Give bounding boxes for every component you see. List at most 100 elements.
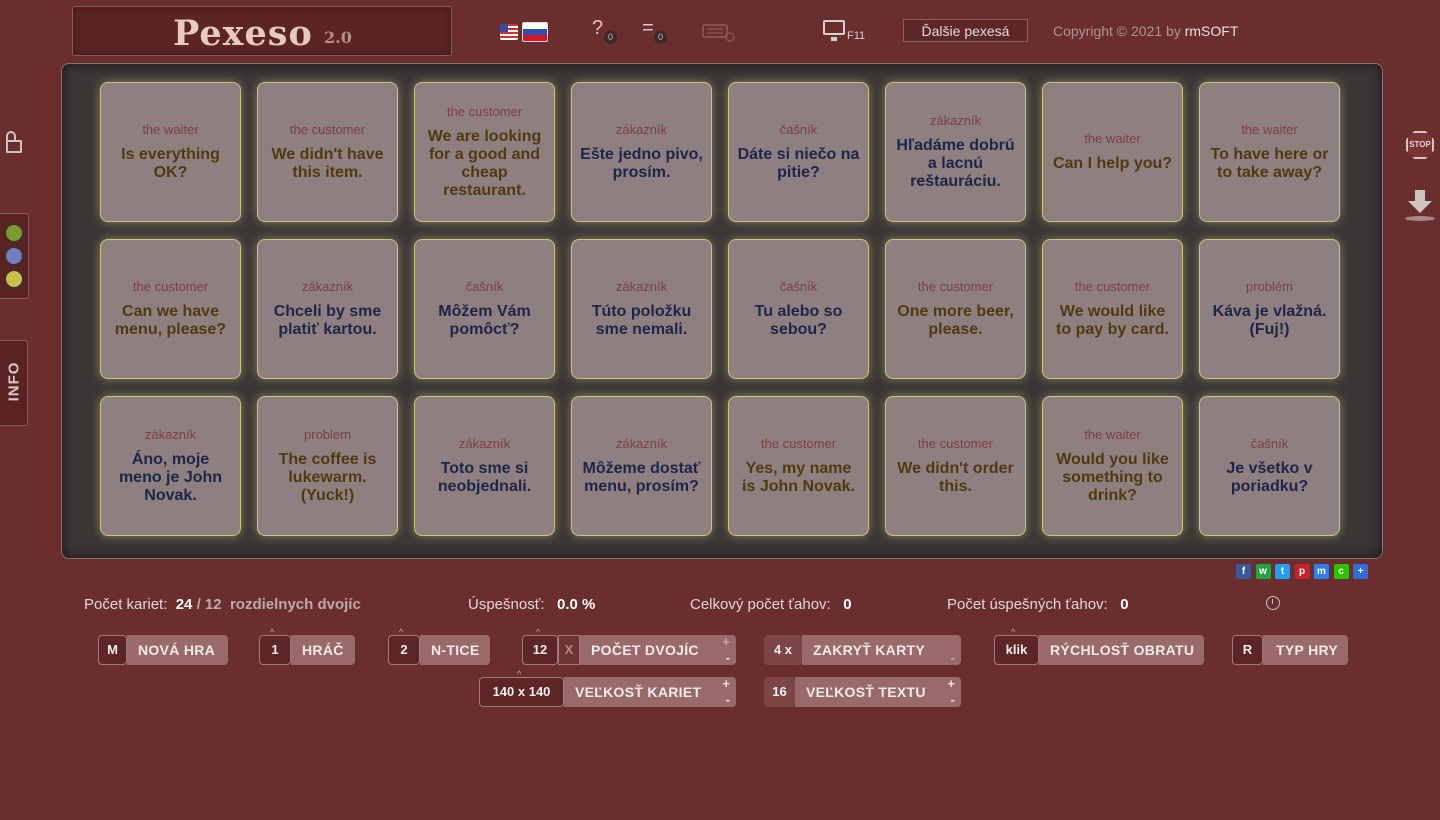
speed-key[interactable]: klik xyxy=(994,635,1039,665)
card-phrase: The coffee is lukewarm. (Yuck!) xyxy=(278,451,377,504)
app-version: 2.0 xyxy=(324,28,352,47)
moves-label: Celkový počet ťahov: xyxy=(690,596,831,613)
copyright-brand[interactable]: rmSOFT xyxy=(1185,23,1239,39)
whatsapp-icon[interactable]: w xyxy=(1255,564,1271,579)
card-category: the customer xyxy=(760,436,837,451)
pairs-control[interactable]: ^ 12 X POČET DVOJÍC + - xyxy=(522,627,736,665)
ntice-button[interactable]: N-TICE xyxy=(420,635,490,665)
memory-card[interactable]: zákazník Toto sme si neobjednali. xyxy=(414,396,555,536)
memory-card[interactable]: the customer Yes, my name is John Novak. xyxy=(728,396,869,536)
theme-yellow-dot[interactable] xyxy=(5,270,23,288)
info-tab[interactable]: INFO xyxy=(0,340,28,426)
memory-card[interactable]: the waiter To have here or to take away? xyxy=(1199,82,1340,222)
pairs-button[interactable]: POČET DVOJÍC xyxy=(580,635,736,665)
card-phrase: We are looking for a good and cheap rest… xyxy=(427,128,542,199)
memory-card[interactable]: problém Káva je vlažná. (Fuj!) xyxy=(1199,239,1340,379)
good-moves-stat: Počet úspešných ťahov: 0 xyxy=(947,596,1129,613)
player-key[interactable]: 1 xyxy=(259,635,291,665)
pairs-plus-button[interactable]: + xyxy=(722,635,730,648)
card-size-minus-button[interactable]: - xyxy=(726,693,730,706)
memory-card[interactable]: zákazník Môžeme dostať menu, prosím? xyxy=(571,396,712,536)
card-category: problém xyxy=(1246,279,1293,294)
hide-cards-minus-button[interactable]: - xyxy=(951,651,955,664)
memory-card[interactable]: the customer We are looking for a good an… xyxy=(414,82,555,222)
memory-card[interactable]: problem The coffee is lukewarm. (Yuck!) xyxy=(257,396,398,536)
pinterest-icon[interactable]: p xyxy=(1294,564,1310,579)
wechat-icon[interactable]: c xyxy=(1333,564,1349,579)
theme-blue-dot[interactable] xyxy=(5,247,23,265)
theme-green-dot[interactable] xyxy=(5,224,23,242)
card-category: problem xyxy=(304,427,351,442)
memory-card[interactable]: the customer We didn't order this. xyxy=(885,396,1026,536)
slovak-flag-icon[interactable] xyxy=(522,22,548,42)
keyboard-icon[interactable] xyxy=(702,19,736,43)
game-type-key[interactable]: R xyxy=(1232,635,1263,665)
memory-card[interactable]: čašník Dáte si niečo na pitie? xyxy=(728,82,869,222)
speed-button[interactable]: RÝCHLOSŤ OBRATU xyxy=(1039,635,1204,665)
text-size-minus-button[interactable]: - xyxy=(951,693,955,706)
ntice-control[interactable]: ^ 2 N-TICE xyxy=(388,627,490,665)
memory-card[interactable]: the customer We didn't have this item. xyxy=(257,82,398,222)
download-icon[interactable] xyxy=(1405,190,1435,222)
card-phrase: One more beer, please. xyxy=(897,303,1014,338)
list-icon[interactable]: = xyxy=(642,17,654,40)
game-type-button[interactable]: TYP HRY xyxy=(1263,635,1348,665)
fullscreen-monitor-icon[interactable] xyxy=(823,20,845,41)
card-phrase: We didn't have this item. xyxy=(271,146,384,181)
memory-card[interactable]: čašník Môžem Vám pomôcť? xyxy=(414,239,555,379)
card-category: the customer xyxy=(446,104,523,119)
memory-card[interactable]: the customer One more beer, please. xyxy=(885,239,1026,379)
game-type-control[interactable]: R TYP HRY xyxy=(1232,635,1348,665)
card-phrase: We would like to pay by card. xyxy=(1056,303,1169,338)
new-game-key[interactable]: M xyxy=(98,635,127,665)
pairs-minus-button[interactable]: - xyxy=(726,651,730,664)
messenger-icon[interactable]: m xyxy=(1314,564,1329,579)
card-category: zákazník xyxy=(615,279,668,294)
memory-card[interactable]: the waiter Can I help you? xyxy=(1042,82,1183,222)
card-phrase: To have here or to take away? xyxy=(1210,146,1329,181)
text-size-button[interactable]: VEĽKOSŤ TEXTU xyxy=(795,677,961,707)
new-game-button[interactable]: NOVÁ HRA xyxy=(127,635,228,665)
hide-cards-button[interactable]: ZAKRYŤ KARTY xyxy=(802,635,961,665)
twitter-icon[interactable]: t xyxy=(1275,564,1290,579)
card-phrase: Can I help you? xyxy=(1052,155,1173,172)
memory-card[interactable]: zákazník Ešte jedno pivo, prosím. xyxy=(571,82,712,222)
facebook-icon[interactable]: f xyxy=(1236,564,1251,579)
pairs-clear-button[interactable]: X xyxy=(558,635,580,665)
memory-card[interactable]: zákazník Hľadáme dobrú a lacnú reštauráci… xyxy=(885,82,1026,222)
ntice-key[interactable]: 2 xyxy=(388,635,420,665)
pairs-key[interactable]: 12 xyxy=(522,635,558,665)
hide-cards-key[interactable]: 4 x xyxy=(764,635,802,665)
memory-card[interactable]: the waiter Is everything OK? xyxy=(100,82,241,222)
share-plus-icon[interactable]: + xyxy=(1353,564,1368,579)
help-icon[interactable]: ? xyxy=(592,17,603,40)
memory-card[interactable]: the waiter Would you like something to dr… xyxy=(1042,396,1183,536)
speed-control[interactable]: ^ klik RÝCHLOSŤ OBRATU xyxy=(994,627,1204,665)
memory-card[interactable]: zákazník Áno, moje meno je John Novak. xyxy=(100,396,241,536)
english-flag-icon[interactable] xyxy=(500,24,518,40)
more-pexeso-button[interactable]: Ďalšie pexesá xyxy=(903,19,1028,42)
card-category: zákazník xyxy=(458,436,511,451)
memory-card[interactable]: čašník Je všetko v poriadku? xyxy=(1199,396,1340,536)
memory-card[interactable]: čašník Tu alebo so sebou? xyxy=(728,239,869,379)
card-size-plus-button[interactable]: + xyxy=(722,677,730,690)
text-size-key[interactable]: 16 xyxy=(764,677,795,707)
card-size-control[interactable]: ^ 140 x 140 VEĽKOSŤ KARIET + - xyxy=(479,669,736,707)
memory-card[interactable]: the customer We would like to pay by card… xyxy=(1042,239,1183,379)
timer-clock-icon[interactable] xyxy=(1266,596,1280,610)
memory-card[interactable]: the customer Can we have menu, please? xyxy=(100,239,241,379)
new-game-control[interactable]: M NOVÁ HRA xyxy=(98,635,228,665)
text-size-control[interactable]: 16 VEĽKOSŤ TEXTU + - xyxy=(764,677,961,707)
card-size-key[interactable]: 140 x 140 xyxy=(479,677,564,707)
lock-icon[interactable] xyxy=(5,131,22,153)
stop-icon[interactable]: STOP xyxy=(1406,131,1434,159)
memory-card[interactable]: zákazník Chceli by sme platiť kartou. xyxy=(257,239,398,379)
memory-card[interactable]: zákazník Túto položku sme nemali. xyxy=(571,239,712,379)
card-phrase: Ešte jedno pivo, prosím. xyxy=(580,146,703,181)
pairs-value: 12 xyxy=(204,596,222,613)
player-button[interactable]: HRÁČ xyxy=(291,635,355,665)
text-size-plus-button[interactable]: + xyxy=(947,677,955,690)
hide-cards-control[interactable]: 4 x ZAKRYŤ KARTY - xyxy=(764,635,961,665)
card-size-button[interactable]: VEĽKOSŤ KARIET xyxy=(564,677,736,707)
player-control[interactable]: ^ 1 HRÁČ xyxy=(259,627,355,665)
